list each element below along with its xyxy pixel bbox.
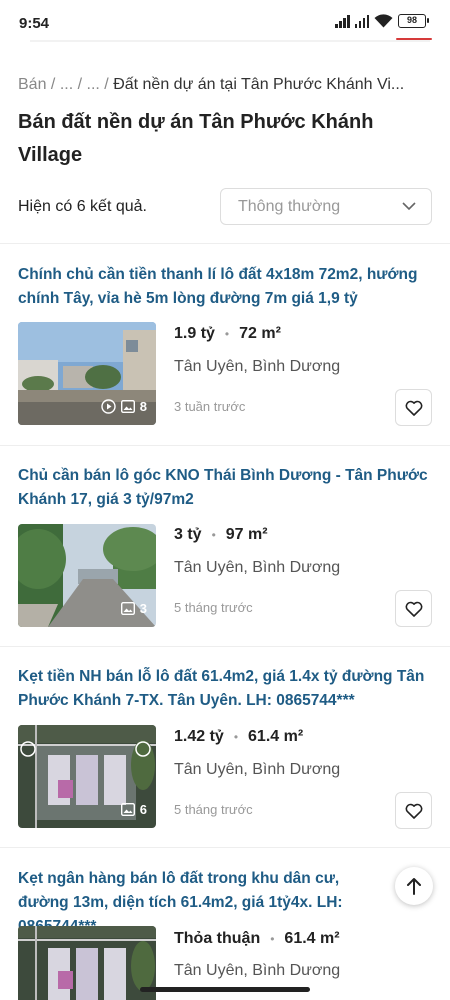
favorite-button[interactable] <box>395 590 432 627</box>
listing-title[interactable]: Kẹt tiền NH bán lỗ lô đất 61.4m2, giá 1.… <box>18 665 432 713</box>
price-area-line: 3 tỷ • 97 m² <box>174 526 268 544</box>
listing-time: 5 tháng trước <box>174 600 253 615</box>
battery-icon: 98 <box>398 14 429 28</box>
listing-area: 61.4 m² <box>248 728 304 745</box>
scroll-to-top-button[interactable] <box>395 867 433 905</box>
listing-time: 5 tháng trước <box>174 802 253 817</box>
media-badges: 8 <box>101 399 147 414</box>
divider <box>0 646 450 647</box>
photo-count: 8 <box>139 399 147 414</box>
breadcrumb: Bán / ... / ... / Đất nền dự án tại Tân … <box>18 76 405 93</box>
heart-icon <box>405 400 422 416</box>
arrow-up-icon <box>407 878 421 895</box>
sort-selected-value: Thông thường <box>238 197 341 215</box>
chevron-down-icon <box>402 202 416 211</box>
listing-thumbnail[interactable]: 3 <box>18 524 156 627</box>
listing-location: Tân Uyên, Bình Dương <box>174 761 341 778</box>
separator-dot: • <box>233 730 239 744</box>
status-bar: 9:54 98 <box>0 0 450 44</box>
divider <box>0 243 450 244</box>
price-area-line: 1.42 tỷ • 61.4 m² <box>174 728 303 746</box>
listing-photo <box>18 926 156 1000</box>
price-area-line: 1.9 tỷ • 72 m² <box>174 325 281 343</box>
separator-dot: • <box>270 932 275 946</box>
photo-count: 6 <box>139 802 147 817</box>
image-icon <box>120 803 135 816</box>
photo-count: 3 <box>139 601 147 616</box>
media-badges: 6 <box>120 802 147 817</box>
signal-icon-2 <box>354 14 369 28</box>
listing-thumbnail[interactable]: 8 <box>18 322 156 425</box>
breadcrumb-item[interactable]: ... <box>87 76 100 93</box>
video-icon <box>101 399 116 414</box>
listing-price: 1.9 tỷ <box>174 325 215 342</box>
listing-price: Thỏa thuận <box>174 930 261 947</box>
favorite-button[interactable] <box>395 792 432 829</box>
listing-title[interactable]: Chính chủ cần tiền thanh lí lô đất 4x18m… <box>18 263 432 311</box>
header-divider <box>30 40 430 42</box>
result-count: Hiện có 6 kết quả. <box>18 198 147 215</box>
heart-icon <box>405 803 422 819</box>
heart-icon <box>405 601 422 617</box>
divider <box>0 847 450 848</box>
media-badges: 3 <box>120 601 147 616</box>
price-area-line: Thỏa thuận • 61.4 m² <box>174 930 340 948</box>
listing-location: Tân Uyên, Bình Dương <box>174 559 341 576</box>
listing-title[interactable]: Chủ cần bán lô góc KNO Thái Bình Dương -… <box>18 464 432 512</box>
listing-location: Tân Uyên, Bình Dương <box>174 358 341 375</box>
favorite-button[interactable] <box>395 389 432 426</box>
image-icon <box>120 602 135 615</box>
divider <box>0 445 450 446</box>
listing-area: 61.4 m² <box>284 930 340 947</box>
listing-area: 72 m² <box>239 325 281 342</box>
listing-price: 3 tỷ <box>174 526 202 543</box>
breadcrumb-item[interactable]: Bán <box>18 76 46 93</box>
listing-price: 1.42 tỷ <box>174 728 224 745</box>
listing-location: Tân Uyên, Bình Dương <box>174 962 341 979</box>
listing-time: 3 tuần trước <box>174 399 246 414</box>
status-time: 9:54 <box>19 15 50 32</box>
image-icon <box>120 400 135 413</box>
listing-thumbnail[interactable] <box>18 926 156 1000</box>
separator-dot: • <box>211 528 216 542</box>
status-icons: 98 <box>335 14 429 28</box>
breadcrumb-current: Đất nền dự án tại Tân Phước Khánh Vi... <box>113 76 405 93</box>
sort-dropdown[interactable]: Thông thường <box>220 188 432 225</box>
separator-dot: • <box>224 327 230 341</box>
signal-icon <box>335 14 350 28</box>
wifi-icon <box>374 14 393 28</box>
page-title: Bán đất nền dự án Tân Phước Khánh Villag… <box>18 111 374 166</box>
listing-area: 97 m² <box>225 526 268 543</box>
listing-thumbnail[interactable]: 6 <box>18 725 156 828</box>
home-indicator[interactable] <box>140 987 310 992</box>
breadcrumb-item[interactable]: ... <box>60 76 73 93</box>
